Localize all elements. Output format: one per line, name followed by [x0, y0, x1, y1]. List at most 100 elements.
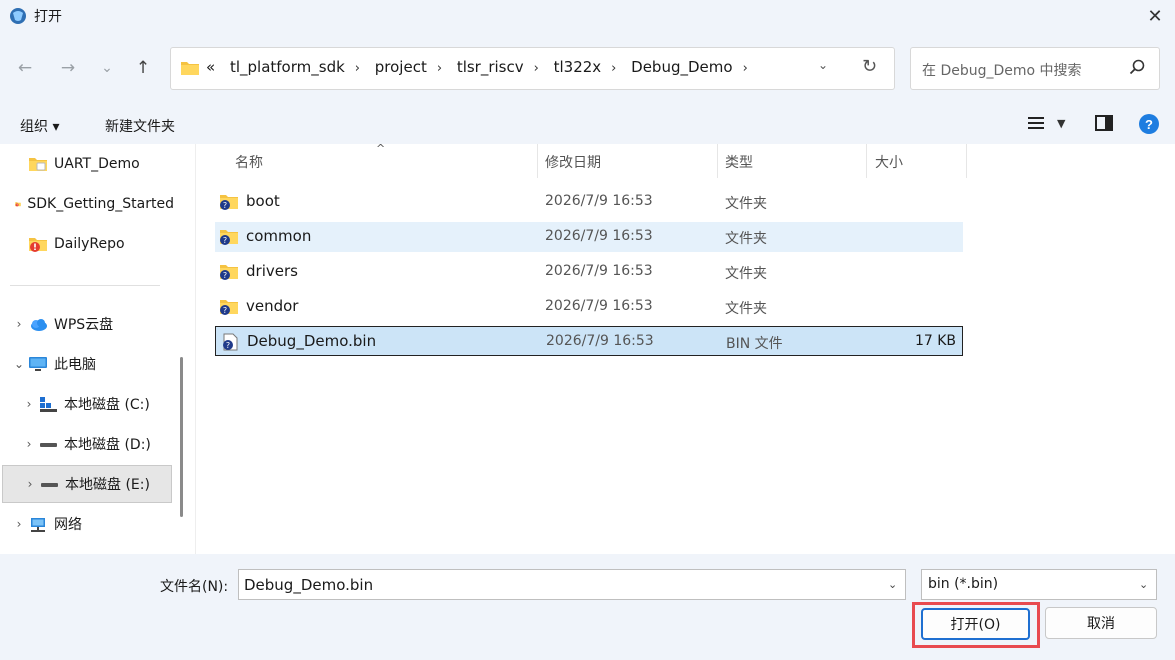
network-icon	[31, 518, 45, 532]
back-button[interactable]: ←	[12, 55, 38, 81]
refresh-icon[interactable]: ↻	[862, 56, 877, 77]
computer-icon	[29, 357, 47, 371]
column-header-size[interactable]: 大小	[875, 152, 903, 172]
file-name: vendor	[246, 297, 299, 315]
recent-locations-button[interactable]: ⌄	[94, 55, 120, 81]
file-row[interactable]: ? vendor 2026/7/9 16:53 文件夹	[215, 292, 963, 322]
sidebar-scrollbar[interactable]	[180, 357, 183, 517]
column-separator[interactable]	[866, 144, 867, 178]
file-date: 2026/7/9 16:53	[545, 263, 653, 279]
breadcrumb-item[interactable]: tl322x	[554, 58, 602, 76]
app-icon	[10, 8, 26, 24]
preview-pane-icon[interactable]	[1095, 115, 1113, 131]
open-button[interactable]: 打开(O)	[921, 608, 1030, 640]
sidebar-item-drive-d[interactable]: › 本地磁盘 (D:)	[20, 425, 174, 463]
filename-value[interactable]: Debug_Demo.bin	[244, 576, 373, 594]
sidebar-item-label: WPS云盘	[54, 317, 114, 333]
drive-icon	[40, 443, 57, 447]
sidebar-item-label: 本地磁盘 (C:)	[64, 397, 150, 413]
chevron-down-icon[interactable]: ⌄	[10, 357, 28, 371]
sidebar-item-label: 本地磁盘 (E:)	[65, 477, 150, 493]
breadcrumb-separator[interactable]: ›	[437, 61, 442, 76]
breadcrumb-item[interactable]: Debug_Demo	[631, 58, 732, 76]
sidebar-divider	[10, 285, 160, 286]
breadcrumb[interactable]: « tl_platform_sdk › project › tlsr_riscv › …	[206, 58, 758, 76]
breadcrumb-item[interactable]: project	[375, 58, 427, 76]
forward-button[interactable]: →	[55, 55, 81, 81]
folder-icon: ?	[220, 195, 238, 210]
column-separator[interactable]	[537, 144, 538, 178]
file-type: BIN 文件	[726, 336, 783, 352]
folder-icon: ?	[220, 300, 238, 315]
file-date: 2026/7/9 16:53	[545, 298, 653, 314]
file-name: Debug_Demo.bin	[247, 332, 377, 350]
sidebar-item-network[interactable]: › 网络	[10, 505, 174, 543]
sidebar-item-wps-cloud[interactable]: › WPS云盘	[10, 305, 174, 343]
column-separator[interactable]	[717, 144, 718, 178]
view-list-icon[interactable]	[1028, 116, 1044, 130]
sidebar-item-drive-e[interactable]: › 本地磁盘 (E:)	[2, 465, 172, 503]
breadcrumb-separator[interactable]: ›	[743, 61, 748, 76]
chevron-right-icon[interactable]: ›	[20, 397, 38, 411]
chevron-right-icon[interactable]: ›	[21, 477, 39, 491]
file-name: drivers	[246, 262, 298, 280]
folder-warning-icon	[29, 238, 47, 252]
sidebar-item-drive-c[interactable]: › 本地磁盘 (C:)	[20, 385, 174, 423]
svg-text:?: ?	[223, 236, 227, 245]
chevron-down-icon[interactable]: ⌄	[1139, 578, 1148, 591]
title-bar	[0, 0, 1175, 32]
address-dropdown-icon[interactable]: ⌄	[818, 58, 828, 72]
help-icon[interactable]: ?	[1139, 114, 1159, 134]
file-type: 文件夹	[725, 301, 767, 317]
windows-drive-icon	[40, 397, 57, 412]
sidebar-item-sdk-getting-started[interactable]: SDK_Getting_Started	[10, 185, 174, 223]
column-header-name[interactable]: 名称	[235, 152, 263, 172]
view-dropdown-icon[interactable]: ▼	[1057, 117, 1065, 130]
file-row-selected[interactable]: ? Debug_Demo.bin 2026/7/9 16:53 BIN 文件 1…	[215, 326, 963, 356]
sidebar-item-this-pc[interactable]: ⌄ 此电脑	[10, 345, 174, 383]
file-row[interactable]: ? boot 2026/7/9 16:53 文件夹	[215, 187, 963, 217]
sidebar-item-dailyrepo[interactable]: DailyRepo	[10, 225, 174, 263]
drive-icon	[41, 483, 58, 487]
filetype-value[interactable]: bin (*.bin)	[928, 576, 998, 592]
cancel-button[interactable]: 取消	[1045, 607, 1157, 639]
sort-arrow-icon: ^	[376, 142, 386, 155]
file-name: boot	[246, 192, 280, 210]
chevron-right-icon[interactable]: ›	[10, 517, 28, 531]
new-folder-button[interactable]: 新建文件夹	[105, 116, 175, 136]
svg-text:?: ?	[226, 341, 230, 350]
file-row[interactable]: ? common 2026/7/9 16:53 文件夹	[215, 222, 963, 252]
sidebar-item-label: SDK_Getting_Started	[27, 196, 174, 212]
svg-text:?: ?	[223, 271, 227, 280]
sidebar-item-label: 网络	[54, 517, 82, 533]
sidebar-item-label: UART_Demo	[54, 156, 140, 172]
file-name: common	[246, 227, 312, 245]
up-button[interactable]: ↑	[130, 55, 156, 81]
chevron-down-icon[interactable]: ⌄	[888, 578, 897, 591]
sidebar-item-label: DailyRepo	[54, 236, 125, 252]
search-placeholder: 在 Debug_Demo 中搜索	[922, 63, 1082, 79]
search-icon[interactable]	[1128, 58, 1146, 76]
breadcrumb-item[interactable]: tlsr_riscv	[457, 58, 524, 76]
breadcrumb-item[interactable]: tl_platform_sdk	[230, 58, 345, 76]
file-row[interactable]: ? drivers 2026/7/9 16:53 文件夹	[215, 257, 963, 287]
close-icon[interactable]: ✕	[1140, 2, 1170, 30]
organize-button[interactable]: 组织 ▾	[20, 116, 59, 136]
column-header-date[interactable]: 修改日期	[545, 152, 601, 172]
sidebar-item-uart-demo[interactable]: UART_Demo	[10, 145, 174, 183]
folder-warning-icon	[15, 202, 22, 207]
window-title: 打开	[34, 9, 62, 25]
bin-file-icon: ?	[223, 333, 238, 351]
column-header-type[interactable]: 类型	[725, 152, 753, 172]
file-type: 文件夹	[725, 231, 767, 247]
file-date: 2026/7/9 16:53	[545, 193, 653, 209]
breadcrumb-separator[interactable]: ›	[355, 61, 360, 76]
column-separator[interactable]	[966, 144, 967, 178]
chevron-right-icon[interactable]: ›	[20, 437, 38, 451]
breadcrumb-separator[interactable]: ›	[534, 61, 539, 76]
breadcrumb-separator[interactable]: ›	[611, 61, 616, 76]
chevron-right-icon[interactable]: ›	[10, 317, 28, 331]
breadcrumb-overflow[interactable]: «	[206, 58, 215, 76]
file-date: 2026/7/9 16:53	[545, 228, 653, 244]
folder-icon: ?	[220, 230, 238, 245]
